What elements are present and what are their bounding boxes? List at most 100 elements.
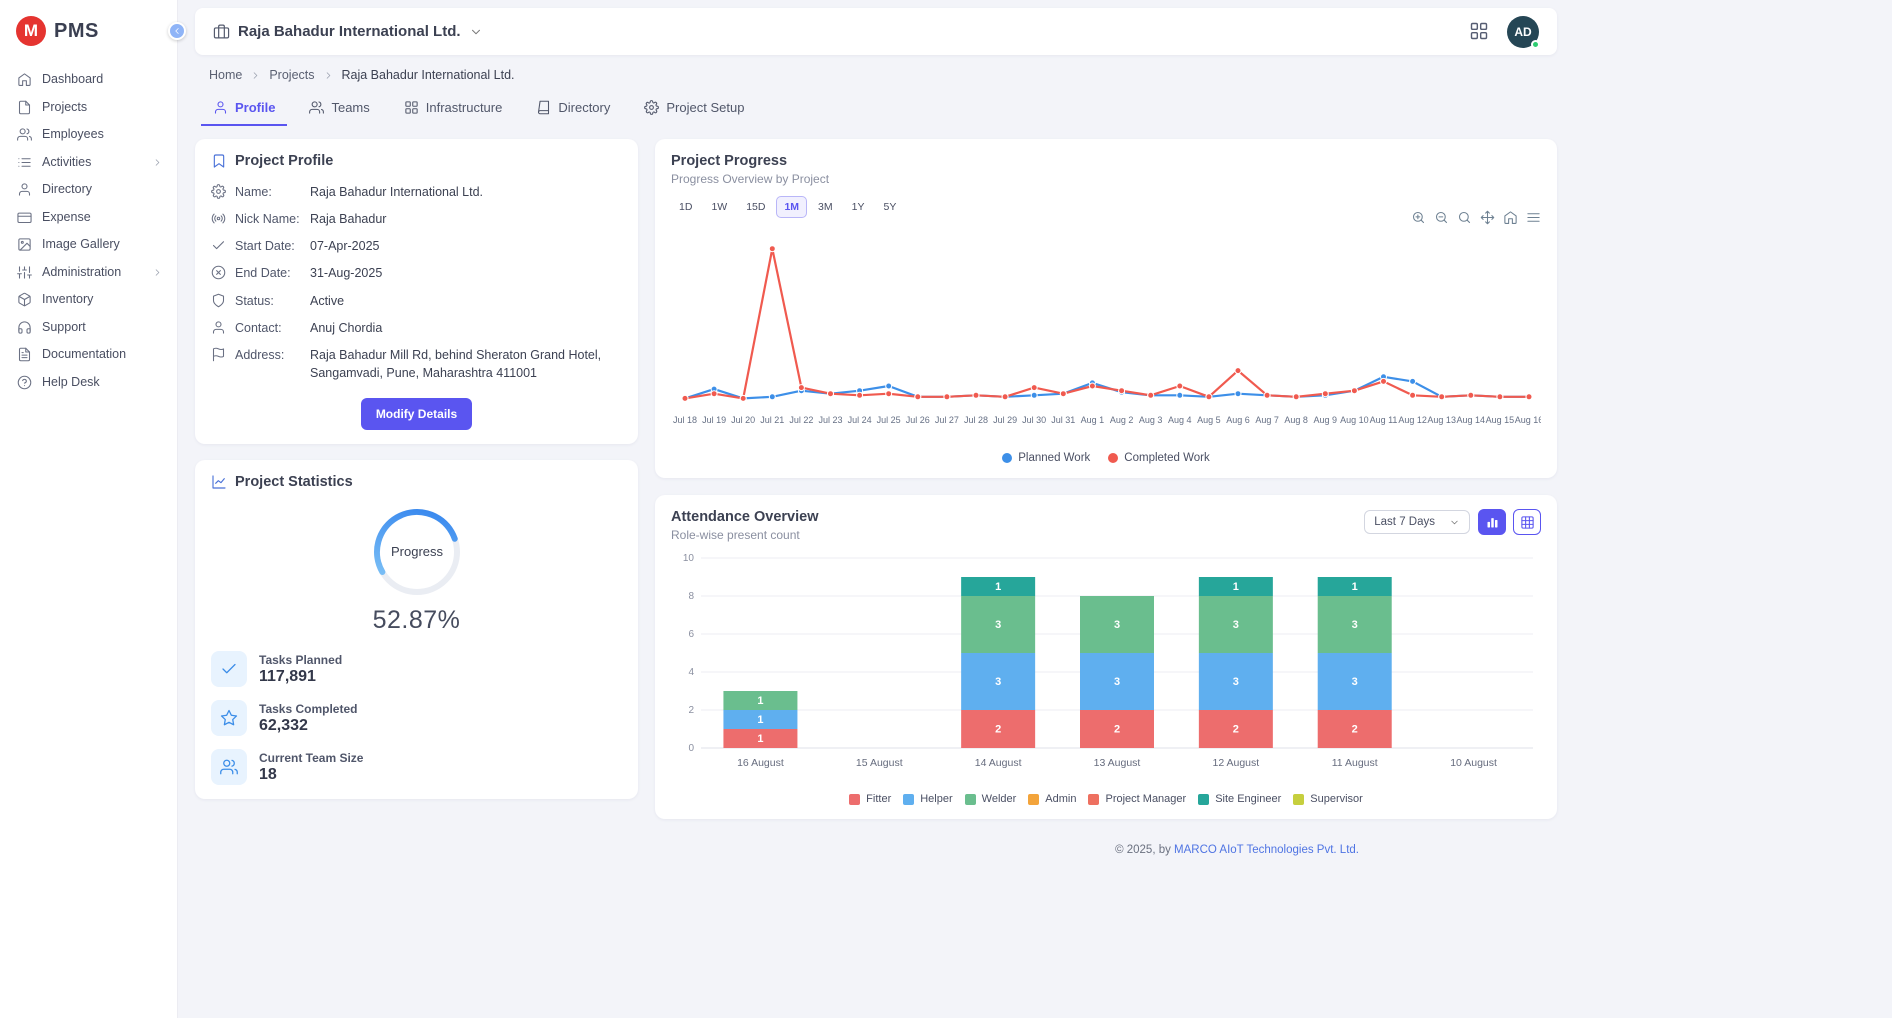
legend-site-engineer[interactable]: Site Engineer — [1198, 793, 1281, 805]
zoom-out-icon[interactable] — [1434, 210, 1449, 225]
sidebar-item-administration[interactable]: Administration — [0, 259, 177, 286]
sidebar-item-support[interactable]: Support — [0, 314, 177, 341]
zoom-in-icon[interactable] — [1411, 210, 1426, 225]
range-button-1w[interactable]: 1W — [703, 196, 735, 218]
legend-admin[interactable]: Admin — [1028, 793, 1076, 805]
modify-details-button[interactable]: Modify Details — [361, 398, 472, 430]
sidebar-item-activities[interactable]: Activities — [0, 149, 177, 176]
breadcrumb-home[interactable]: Home — [209, 68, 242, 82]
field-label: Name: — [235, 183, 301, 201]
profile-field-address: Address:Raja Bahadur Mill Rd, behind She… — [211, 346, 622, 382]
chevron-right-icon — [152, 157, 163, 168]
legend-fitter[interactable]: Fitter — [849, 793, 891, 805]
menu-icon[interactable] — [1526, 210, 1541, 225]
sidebar: M PMS DashboardProjectsEmployeesActiviti… — [0, 0, 178, 1018]
sidebar-item-label: Inventory — [42, 293, 163, 306]
grid-icon — [404, 100, 419, 115]
sidebar-collapse-button[interactable] — [168, 22, 186, 40]
sidebar-item-image-gallery[interactable]: Image Gallery — [0, 231, 177, 258]
team-icon — [211, 749, 247, 785]
home-icon[interactable] — [1503, 210, 1518, 225]
tab-teams[interactable]: Teams — [297, 92, 381, 126]
tab-profile[interactable]: Profile — [201, 92, 287, 126]
svg-text:Jul 25: Jul 25 — [877, 415, 901, 425]
activities-icon — [17, 155, 32, 170]
sidebar-item-documentation[interactable]: Documentation — [0, 341, 177, 368]
logo-icon: M — [16, 16, 46, 46]
sidebar-item-directory[interactable]: Directory — [0, 176, 177, 203]
svg-text:Aug 13: Aug 13 — [1427, 415, 1456, 425]
legend-swatch — [1198, 794, 1209, 805]
range-button-15d[interactable]: 15D — [738, 196, 773, 218]
project-statistics-card: Project Statistics Progress 52.87% Tasks… — [195, 460, 638, 799]
field-value: Raja Bahadur Mill Rd, behind Sheraton Gr… — [310, 346, 622, 382]
range-button-1y[interactable]: 1Y — [844, 196, 873, 218]
legend-dot — [1108, 453, 1118, 463]
tab-label: Directory — [558, 100, 610, 115]
administration-icon — [17, 265, 32, 280]
sidebar-item-employees[interactable]: Employees — [0, 121, 177, 148]
legend-welder[interactable]: Welder — [965, 793, 1017, 805]
shield-icon — [211, 293, 226, 308]
footer-company-link[interactable]: MARCO AIoT Technologies Pvt. Ltd. — [1174, 844, 1359, 856]
sidebar-item-dashboard[interactable]: Dashboard — [0, 66, 177, 93]
progress-line-chart[interactable]: Jul 18Jul 19Jul 20Jul 21Jul 22Jul 23Jul … — [671, 225, 1541, 443]
breadcrumb-projects[interactable]: Projects — [269, 68, 314, 82]
legend-label: Supervisor — [1310, 793, 1363, 805]
apps-grid-icon[interactable] — [1469, 21, 1491, 43]
tab-label: Profile — [235, 100, 275, 115]
svg-text:2: 2 — [1114, 724, 1120, 736]
svg-text:3: 3 — [1114, 676, 1120, 688]
legend-planned-work[interactable]: Planned Work — [1002, 452, 1090, 464]
top-header: Raja Bahadur International Ltd. AD — [195, 8, 1557, 55]
table-view-button[interactable] — [1513, 509, 1541, 535]
range-button-5y[interactable]: 5Y — [875, 196, 904, 218]
svg-text:1: 1 — [1233, 581, 1239, 593]
svg-text:2: 2 — [1352, 724, 1358, 736]
sidebar-item-projects[interactable]: Projects — [0, 94, 177, 121]
tab-infrastructure[interactable]: Infrastructure — [392, 92, 515, 126]
svg-text:2: 2 — [1233, 724, 1239, 736]
sidebar-item-label: Image Gallery — [42, 238, 163, 251]
employees-icon — [17, 127, 32, 142]
brand-name: PMS — [54, 20, 99, 43]
svg-text:Aug 2: Aug 2 — [1110, 415, 1134, 425]
legend-supervisor[interactable]: Supervisor — [1293, 793, 1363, 805]
project-progress-card: Project Progress Progress Overview by Pr… — [655, 139, 1557, 478]
legend-completed-work[interactable]: Completed Work — [1108, 452, 1209, 464]
chevron-right-icon — [323, 70, 334, 81]
company-selector[interactable]: Raja Bahadur International Ltd. — [213, 23, 483, 40]
users-icon — [309, 100, 324, 115]
tab-directory[interactable]: Directory — [524, 92, 622, 126]
range-button-1m[interactable]: 1M — [776, 196, 807, 218]
sidebar-item-expense[interactable]: Expense — [0, 204, 177, 231]
avatar[interactable]: AD — [1507, 16, 1539, 48]
svg-text:8: 8 — [688, 591, 694, 602]
attendance-bar-chart[interactable]: 024681011116 August15 August233114 Augus… — [671, 542, 1541, 784]
tab-project-setup[interactable]: Project Setup — [632, 92, 756, 126]
stat-value: 18 — [259, 766, 363, 784]
svg-text:11 August: 11 August — [1332, 757, 1378, 769]
bar-view-button[interactable] — [1478, 509, 1506, 535]
sidebar-item-help-desk[interactable]: Help Desk — [0, 369, 177, 396]
svg-text:Aug 5: Aug 5 — [1197, 415, 1221, 425]
settings-icon — [644, 100, 659, 115]
chevron-down-icon — [469, 25, 483, 39]
pan-icon[interactable] — [1480, 210, 1495, 225]
sidebar-item-inventory[interactable]: Inventory — [0, 286, 177, 313]
legend-swatch — [1293, 794, 1304, 805]
chevron-right-icon — [152, 267, 163, 278]
selection-zoom-icon[interactable] — [1457, 210, 1472, 225]
legend-project-manager[interactable]: Project Manager — [1088, 793, 1186, 805]
svg-text:Aug 10: Aug 10 — [1340, 415, 1369, 425]
sidebar-item-label: Support — [42, 321, 163, 334]
field-value: Raja Bahadur — [310, 210, 622, 228]
svg-text:2: 2 — [688, 705, 694, 716]
legend-helper[interactable]: Helper — [903, 793, 952, 805]
attendance-range-select[interactable]: Last 7 Days — [1364, 510, 1470, 534]
svg-text:4: 4 — [688, 667, 694, 678]
range-button-1d[interactable]: 1D — [671, 196, 700, 218]
range-button-3m[interactable]: 3M — [810, 196, 841, 218]
legend-label: Helper — [920, 793, 952, 805]
profile-field-contact: Contact:Anuj Chordia — [211, 319, 622, 337]
